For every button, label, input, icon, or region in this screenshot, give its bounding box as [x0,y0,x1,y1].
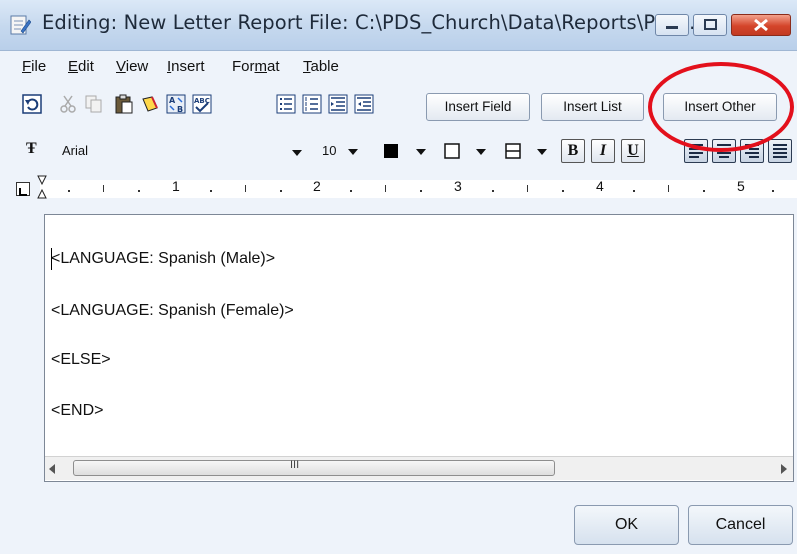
close-button[interactable] [731,14,791,36]
format-toolbar: Ŧ Arial 10 B I U [0,132,797,172]
menu-edit[interactable]: Edit [68,58,94,75]
ruler-number: 2 [313,178,321,194]
truetype-icon: Ŧ [26,140,37,157]
document-line: <LANGUAGE: Spanish (Male)> [51,250,276,267]
ruler-strip: 1 2 3 4 5 [37,175,797,199]
tab-stop-selector[interactable] [16,182,30,196]
spellcheck-icon[interactable]: ABC [192,94,212,114]
bullet-list-icon[interactable] [276,94,296,114]
document-line: <LANGUAGE: Spanish (Female)> [51,302,294,319]
window-title: Editing: New Letter Report File: C:\PDS_… [42,11,702,34]
insert-other-button[interactable]: Insert Other [663,93,777,121]
maximize-icon [704,19,717,30]
chevron-down-icon [348,149,358,155]
border-icon[interactable] [505,143,521,159]
align-right-icon [745,144,759,158]
title-bar: Editing: New Letter Report File: C:\PDS_… [0,0,797,51]
align-left-icon [689,144,703,158]
chevron-down-icon[interactable] [476,149,486,155]
chevron-down-icon[interactable] [416,149,426,155]
ruler: 1 2 3 4 5 [0,172,797,208]
grip-icon: III [290,459,300,471]
highlight-color-icon[interactable] [444,143,460,159]
svg-text:B: B [177,105,183,114]
minimize-button[interactable] [655,14,689,36]
find-replace-icon[interactable]: A B [166,94,186,114]
chevron-down-icon[interactable] [537,149,547,155]
text-color-icon[interactable] [383,143,399,159]
align-center-button[interactable] [712,139,736,163]
font-select[interactable]: Ŧ Arial [22,138,308,164]
undo-icon[interactable] [22,94,42,114]
menu-table[interactable]: Table [303,58,339,75]
copy-icon[interactable] [84,94,104,114]
cancel-button[interactable]: Cancel [688,505,793,545]
chevron-down-icon [292,150,302,156]
editor-window: Editing: New Letter Report File: C:\PDS_… [0,0,797,554]
bold-button[interactable]: B [561,139,585,163]
justify-button[interactable] [768,139,792,163]
outdent-icon[interactable] [354,94,374,114]
insert-field-button[interactable]: Insert Field [426,93,530,121]
indent-marker-icon[interactable] [36,174,48,206]
scroll-thumb[interactable]: III [73,459,555,476]
align-left-button[interactable] [684,139,708,163]
ruler-number: 5 [737,178,745,194]
align-center-icon [717,144,731,158]
font-size-select[interactable]: 10 [322,143,336,158]
font-name: Arial [62,143,89,158]
maximize-button[interactable] [693,14,727,36]
cut-icon[interactable] [58,94,78,114]
underline-button[interactable]: U [621,139,645,163]
scroll-left-icon[interactable] [49,464,55,474]
ruler-number: 4 [596,178,604,194]
align-right-button[interactable] [740,139,764,163]
left-tab-icon [19,188,27,196]
format-painter-icon[interactable] [140,94,160,114]
document-edit-icon [10,15,31,35]
horizontal-scrollbar[interactable]: III [45,456,793,480]
numbered-list-icon[interactable] [302,94,322,114]
close-icon [754,18,768,32]
svg-text:A: A [169,96,176,105]
menu-insert[interactable]: Insert [167,58,205,75]
ruler-number: 3 [454,178,462,194]
italic-button[interactable]: I [591,139,615,163]
menu-format[interactable]: Format [232,58,280,75]
menu-view[interactable]: View [116,58,148,75]
menu-file[interactable]: File [22,58,46,75]
ruler-number: 1 [172,178,180,194]
standard-toolbar: A B ABC Insert Field Insert List Insert … [0,86,797,128]
document-line: <END> [51,402,104,419]
document-editor[interactable]: <LANGUAGE: Spanish (Male)> <LANGUAGE: Sp… [44,214,794,482]
scroll-right-icon[interactable] [781,464,787,474]
minimize-icon [666,26,678,29]
justify-icon [773,144,787,158]
ok-button[interactable]: OK [574,505,679,545]
menu-bar: File Edit View Insert Format Table [0,51,797,85]
document-line: <ELSE> [51,351,111,368]
indent-icon[interactable] [328,94,348,114]
paste-icon[interactable] [114,94,134,114]
insert-list-button[interactable]: Insert List [541,93,644,121]
